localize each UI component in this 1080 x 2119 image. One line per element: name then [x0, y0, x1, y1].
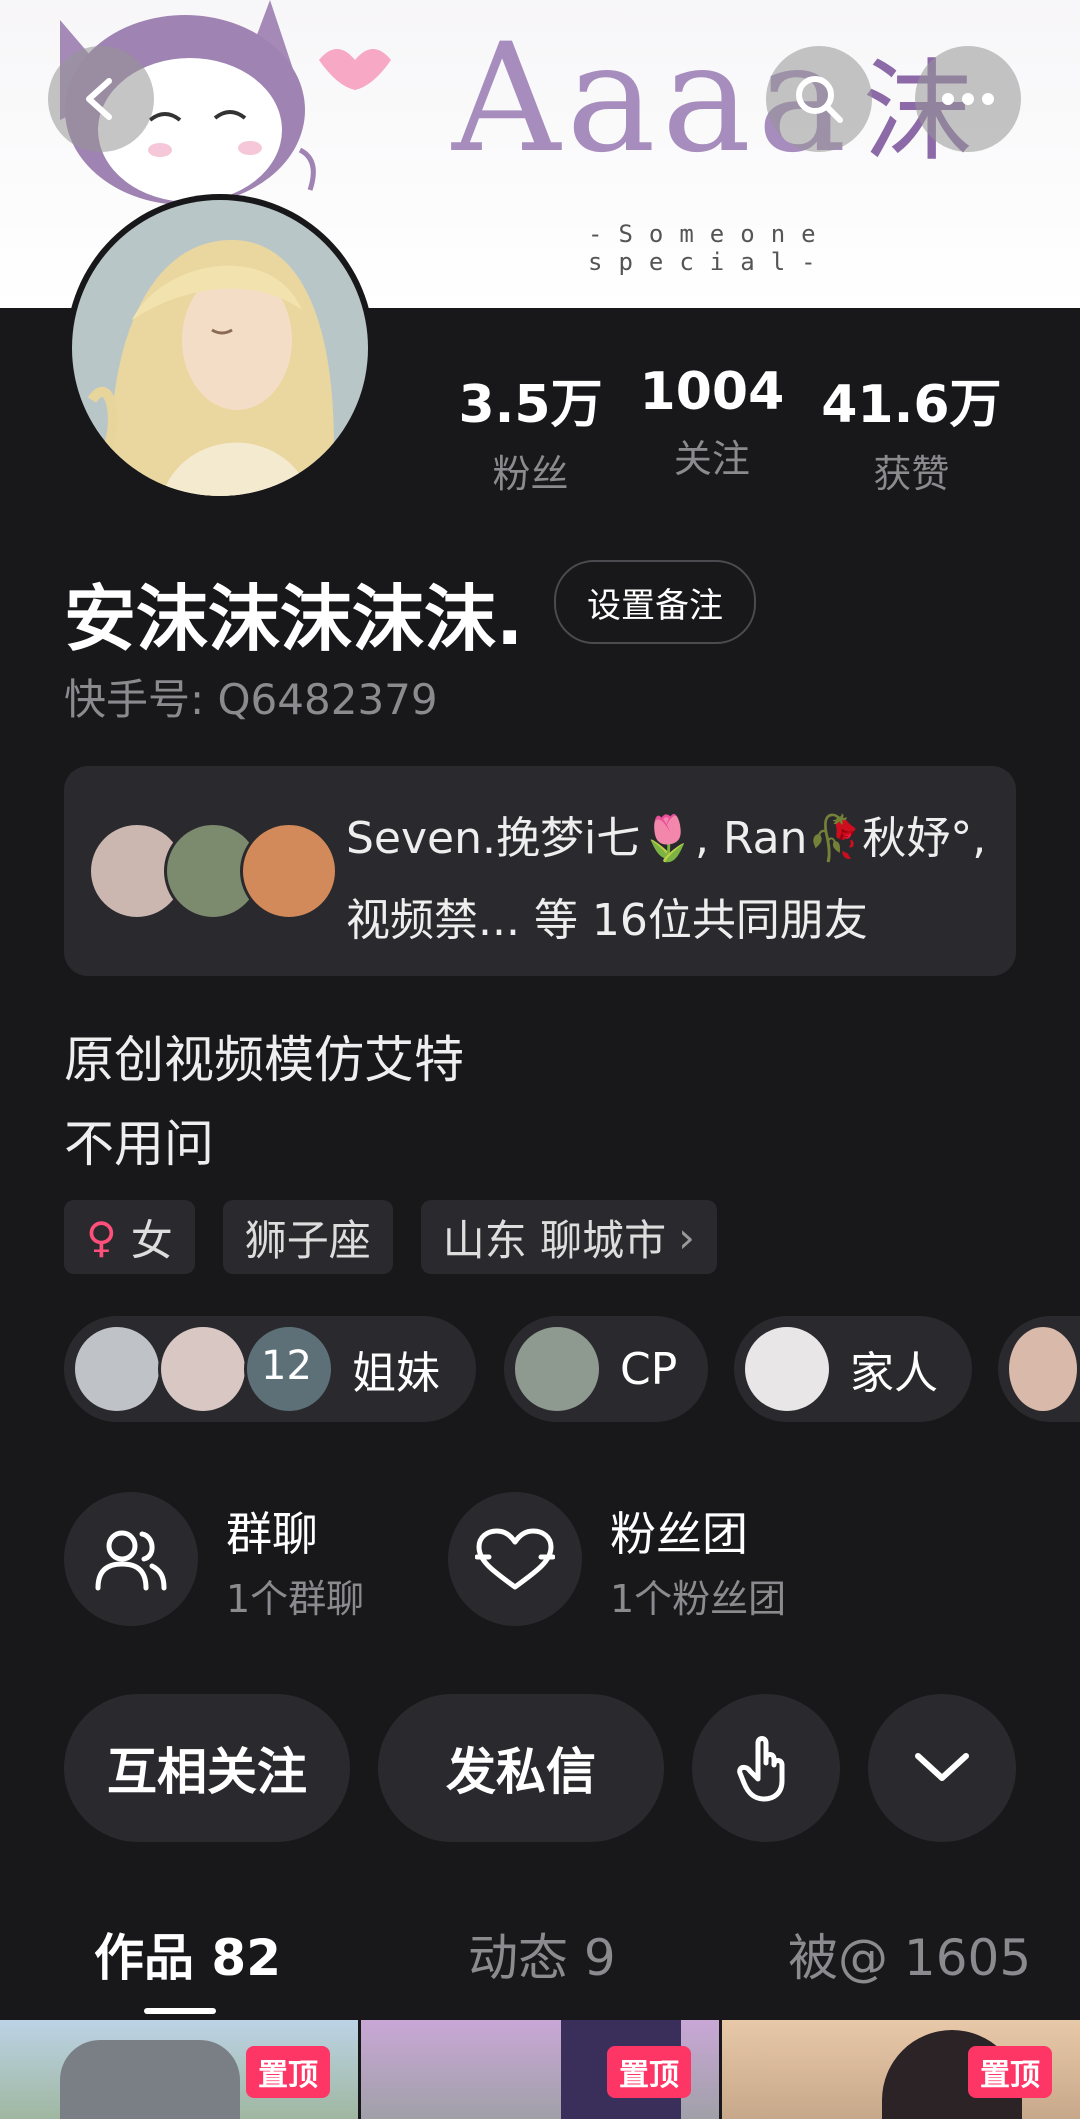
avatar: 12: [244, 1324, 334, 1414]
tap-hand-icon: [737, 1736, 785, 1802]
likes-stat[interactable]: 41.6万 获赞: [821, 362, 1001, 498]
group-label: 家人: [850, 1348, 938, 1399]
video-grid: 置顶 置顶 置顶: [0, 2020, 1080, 2119]
tab-mentions[interactable]: 被@ 1605: [788, 1918, 1031, 1990]
group-label: CP: [620, 1343, 678, 1395]
pinned-badge: 置顶: [968, 2046, 1052, 2098]
video-thumbnail[interactable]: 置顶: [361, 2020, 719, 2119]
stat-value: 1004: [639, 362, 785, 422]
bio: 原创视频模仿艾特 不用问: [64, 1018, 464, 1186]
feature-subtitle: 1个群聊: [226, 1577, 365, 1621]
video-thumbnail[interactable]: 置顶: [722, 2020, 1080, 2119]
avatar: [1006, 1324, 1080, 1414]
zodiac-tag: 狮子座: [222, 1200, 393, 1274]
chevron-right-icon: ›: [678, 1212, 695, 1262]
poke-button[interactable]: [692, 1694, 840, 1842]
mutual-follow-button[interactable]: 互相关注: [64, 1694, 350, 1842]
kwai-id[interactable]: 快手号: Q6482379: [64, 666, 438, 727]
chevron-left-icon: [86, 78, 112, 120]
avatar-image: [72, 200, 368, 496]
pinned-badge: 置顶: [246, 2046, 330, 2098]
more-icon: [942, 93, 994, 105]
heart-icon-wrap: [448, 1492, 582, 1626]
avatar: [742, 1324, 832, 1414]
bio-line: 原创视频模仿艾特: [64, 1031, 464, 1089]
back-button[interactable]: [48, 46, 154, 152]
stat-label: 关注: [673, 437, 750, 481]
bio-line: 不用问: [64, 1115, 214, 1173]
mutual-friends-card[interactable]: Seven.挽梦i七🌷, Ran🥀秋妤°, 视频禁... 等 16位共同朋友: [64, 766, 1016, 976]
group-chat-icon: [95, 1530, 167, 1591]
group-family[interactable]: 家人: [734, 1316, 972, 1422]
feature-subtitle: 1个粉丝团: [610, 1577, 787, 1621]
tab-works[interactable]: 作品 82: [94, 1918, 281, 1990]
stat-label: 获赞: [873, 452, 950, 496]
set-remark-button[interactable]: 设置备注: [554, 560, 756, 644]
group-count: 12: [261, 1343, 312, 1389]
group-chat-entry[interactable]: 群聊 1个群聊: [64, 1492, 404, 1628]
female-icon: ♀: [86, 1212, 117, 1262]
profile-name: 安沫沫沫沫沫.: [64, 577, 524, 661]
group-more[interactable]: [998, 1316, 1080, 1422]
followers-stat[interactable]: 3.5万 粉丝: [458, 362, 602, 498]
following-stat[interactable]: 1004 关注: [640, 362, 785, 498]
send-message-button[interactable]: 发私信: [378, 1694, 664, 1842]
mutual-friend-avatars: [88, 822, 338, 920]
video-thumbnail[interactable]: 置顶: [0, 2020, 358, 2119]
group-chat-icon-wrap: [64, 1492, 198, 1626]
avatar: [72, 1324, 162, 1414]
pinned-badge: 置顶: [607, 2046, 691, 2098]
active-tab-indicator: [144, 2008, 216, 2014]
more-actions-button[interactable]: [868, 1694, 1016, 1842]
fan-club-entry[interactable]: 粉丝团 1个粉丝团: [448, 1492, 848, 1628]
stat-value: 3.5万: [458, 375, 603, 435]
avatar: [512, 1324, 602, 1414]
group-label: 姐妹: [352, 1348, 440, 1399]
location-tag[interactable]: 山东 聊城市 ›: [420, 1200, 717, 1274]
chevron-down-icon: [915, 1753, 969, 1781]
banner-title: Aaaa沫: [452, 12, 973, 186]
banner-subtitle: -Someone special-: [588, 220, 832, 276]
more-button[interactable]: [915, 46, 1021, 152]
gender-label: 女: [130, 1215, 173, 1265]
search-button[interactable]: [766, 46, 872, 152]
profile-tags: ♀ 女 狮子座 山东 聊城市 ›: [64, 1200, 717, 1274]
feature-title: 群聊: [226, 1507, 318, 1561]
avatar: [240, 822, 338, 920]
avatar[interactable]: [66, 194, 374, 502]
group-sisters[interactable]: 12 姐妹: [64, 1316, 476, 1422]
group-cp[interactable]: CP: [504, 1316, 708, 1422]
feature-title: 粉丝团: [610, 1507, 748, 1561]
stat-label: 粉丝: [492, 452, 569, 496]
search-icon: [796, 76, 843, 123]
heart-icon: [475, 1528, 555, 1590]
avatar: [158, 1324, 248, 1414]
location-label: 山东 聊城市: [442, 1215, 667, 1265]
profile-stats: 3.5万 粉丝 1004 关注 41.6万 获赞: [440, 362, 1020, 498]
mutual-friends-text: Seven.挽梦i七🌷, Ran🥀秋妤°, 视频禁... 等 16位共同朋友: [346, 813, 987, 946]
gender-tag: ♀ 女: [64, 1200, 195, 1274]
tab-moments[interactable]: 动态 9: [468, 1918, 616, 1990]
stat-value: 41.6万: [821, 375, 1002, 435]
